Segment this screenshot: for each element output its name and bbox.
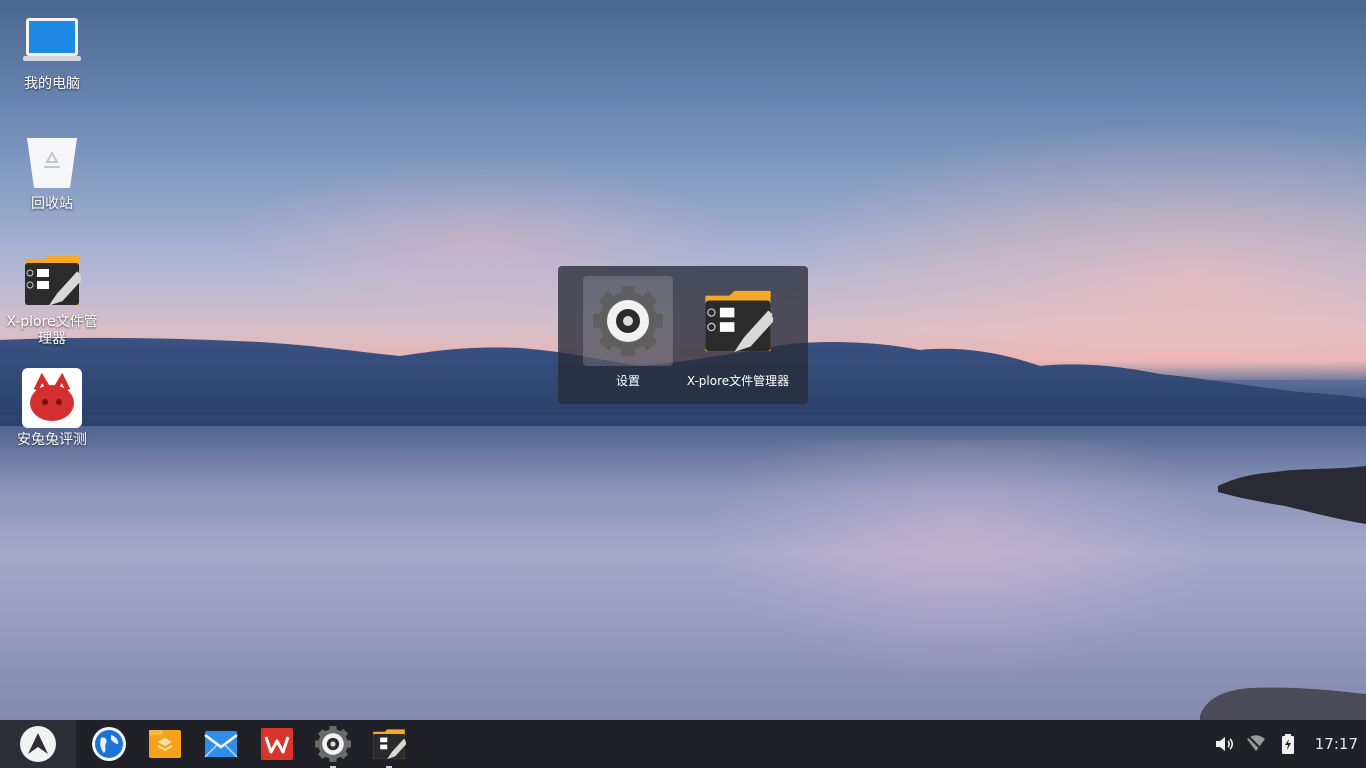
taskbar-item-wps[interactable]	[257, 724, 297, 764]
taskbar-item-xplore[interactable]	[369, 724, 409, 768]
taskbar-item-mail[interactable]	[201, 724, 241, 764]
desktop[interactable]: 我的电脑 回收站 X-plore文件管理器 安兔兔评测 设置 X-plore文件…	[0, 0, 1366, 768]
antutu-icon	[22, 368, 82, 428]
desktop-icon-my-computer[interactable]: 我的电脑	[0, 12, 104, 93]
desktop-icon-label: 安兔兔评测	[17, 432, 87, 448]
folder-app-settings[interactable]: 设置	[573, 276, 683, 394]
settings-tile[interactable]	[583, 276, 673, 366]
xplore-file-manager-icon	[373, 729, 406, 760]
taskbar-item-browser[interactable]	[89, 724, 129, 764]
globe-browser-icon	[92, 727, 126, 761]
folder-app-label: 设置	[615, 374, 640, 388]
settings-gear-icon	[593, 286, 663, 356]
desktop-icon-xplore[interactable]: X-plore文件管理器	[0, 250, 104, 348]
clock[interactable]: 17:17	[1315, 735, 1358, 753]
taskbar-item-files[interactable]	[145, 724, 185, 764]
settings-gear-icon	[315, 726, 351, 762]
taskbar-item-settings[interactable]	[313, 724, 353, 768]
desktop-icon-label: 我的电脑	[24, 76, 80, 92]
folder-app-label: X-plore文件管理器	[686, 374, 790, 388]
xplore-file-manager-icon	[705, 290, 773, 352]
battery-charging-icon[interactable]	[1277, 733, 1299, 755]
system-tray: 17:17	[1213, 720, 1358, 768]
wps-office-icon	[261, 728, 293, 760]
recycle-bin-icon	[22, 132, 82, 192]
xplore-tile[interactable]	[693, 276, 783, 366]
mail-icon	[204, 731, 238, 758]
folder-app-xplore[interactable]: X-plore文件管理器	[683, 276, 793, 394]
desktop-icon-recycle-bin[interactable]: 回收站	[0, 132, 104, 213]
desktop-icon-antutu[interactable]: 安兔兔评测	[0, 368, 104, 449]
desktop-icon-label: X-plore文件管理器	[6, 314, 98, 347]
wifi-off-icon[interactable]	[1245, 733, 1267, 755]
taskbar: 17:17	[0, 720, 1366, 768]
volume-icon[interactable]	[1213, 733, 1235, 755]
computer-icon	[22, 12, 82, 72]
start-button[interactable]	[0, 720, 76, 768]
app-folder-popup: 设置 X-plore文件管理器	[558, 266, 808, 404]
xplore-file-manager-icon	[22, 250, 82, 310]
start-menu-icon	[20, 726, 56, 762]
desktop-icon-label: 回收站	[31, 196, 73, 212]
file-manager-icon	[149, 730, 181, 758]
